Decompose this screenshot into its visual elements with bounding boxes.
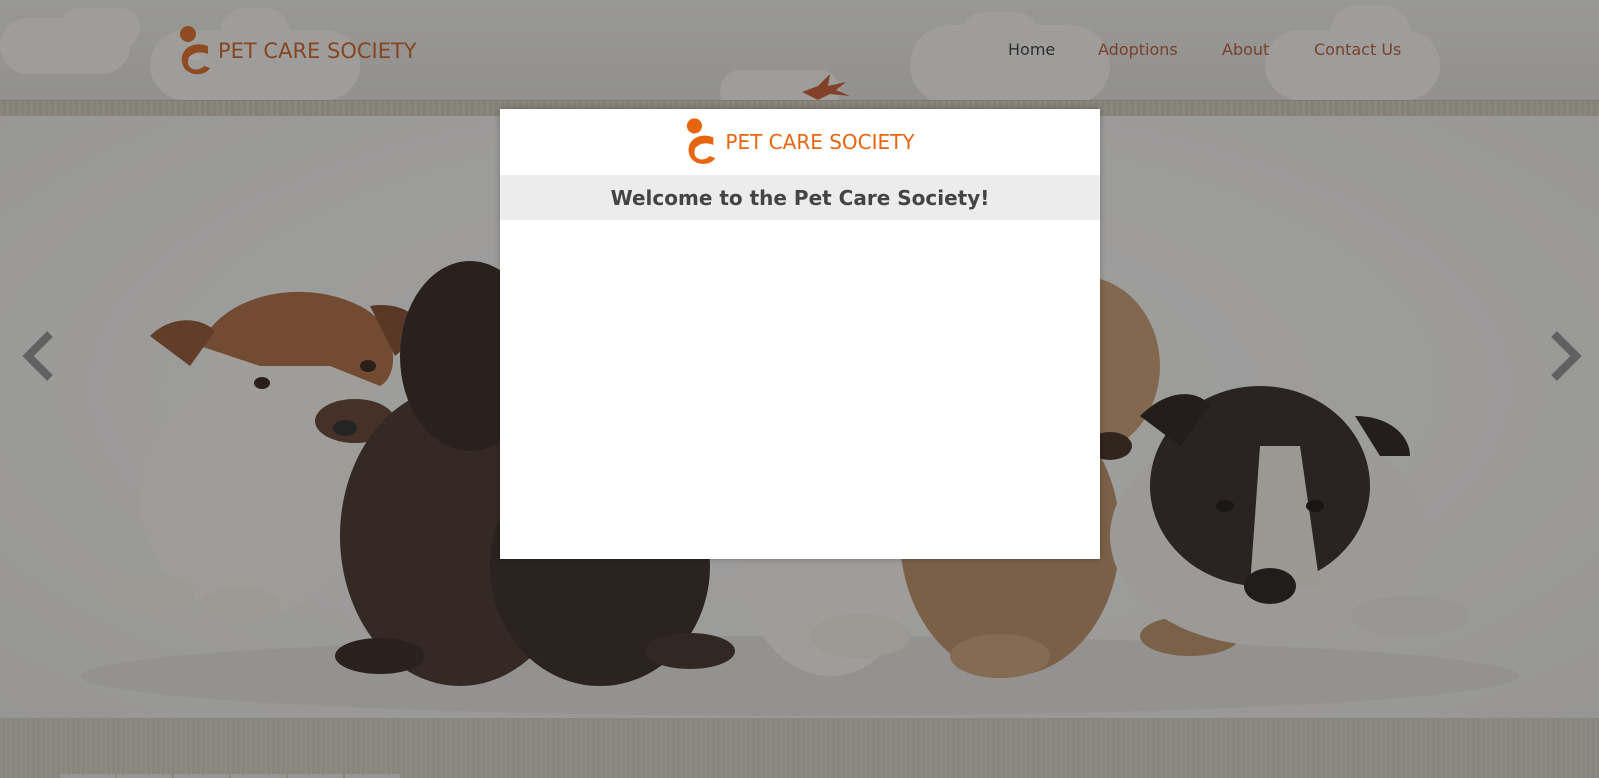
modal-title-bar: Welcome to the Pet Care Society! (500, 175, 1100, 220)
pet-logo-icon (687, 118, 716, 164)
modal-brand-text: PET CARE SOCIETY (725, 130, 915, 154)
modal-title: Welcome to the Pet Care Society! (610, 185, 990, 210)
welcome-modal: PET CARE SOCIETY Welcome to the Pet Care… (500, 109, 1100, 559)
modal-logo: PET CARE SOCIETY (500, 109, 1100, 175)
page: PET CARE SOCIETY Home Adoptions About Co… (0, 0, 1599, 778)
modal-body (500, 220, 1100, 559)
